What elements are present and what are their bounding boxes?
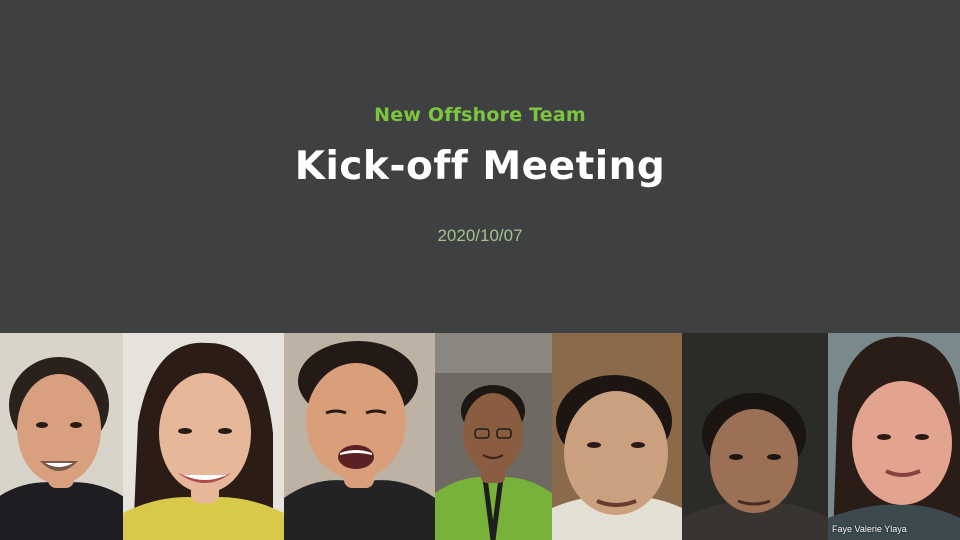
participant-avatar [0, 333, 123, 540]
title-area: New Offshore Team Kick-off Meeting 2020/… [0, 0, 960, 332]
participant-video-tile [435, 333, 552, 540]
participant-avatar [828, 333, 960, 540]
participant-video-tile [123, 333, 284, 540]
participant-video-tile [552, 333, 682, 540]
participant-video-tile: Faye Valerie Ylaya [828, 333, 960, 540]
participant-avatar [435, 333, 552, 540]
slide-date: 2020/10/07 [437, 226, 523, 245]
participant-video-strip: Faye Valerie Ylaya [0, 333, 960, 540]
participant-avatar [682, 333, 828, 540]
participant-avatar [284, 333, 435, 540]
participant-video-tile [284, 333, 435, 540]
slide-title: Kick-off Meeting [294, 144, 666, 189]
participant-video-tile [0, 333, 123, 540]
participant-video-tile [682, 333, 828, 540]
participant-name-label: Faye Valerie Ylaya [832, 524, 907, 534]
presentation-slide: New Offshore Team Kick-off Meeting 2020/… [0, 0, 960, 540]
participant-avatar [552, 333, 682, 540]
participant-avatar [123, 333, 284, 540]
slide-subtitle: New Offshore Team [374, 104, 586, 126]
